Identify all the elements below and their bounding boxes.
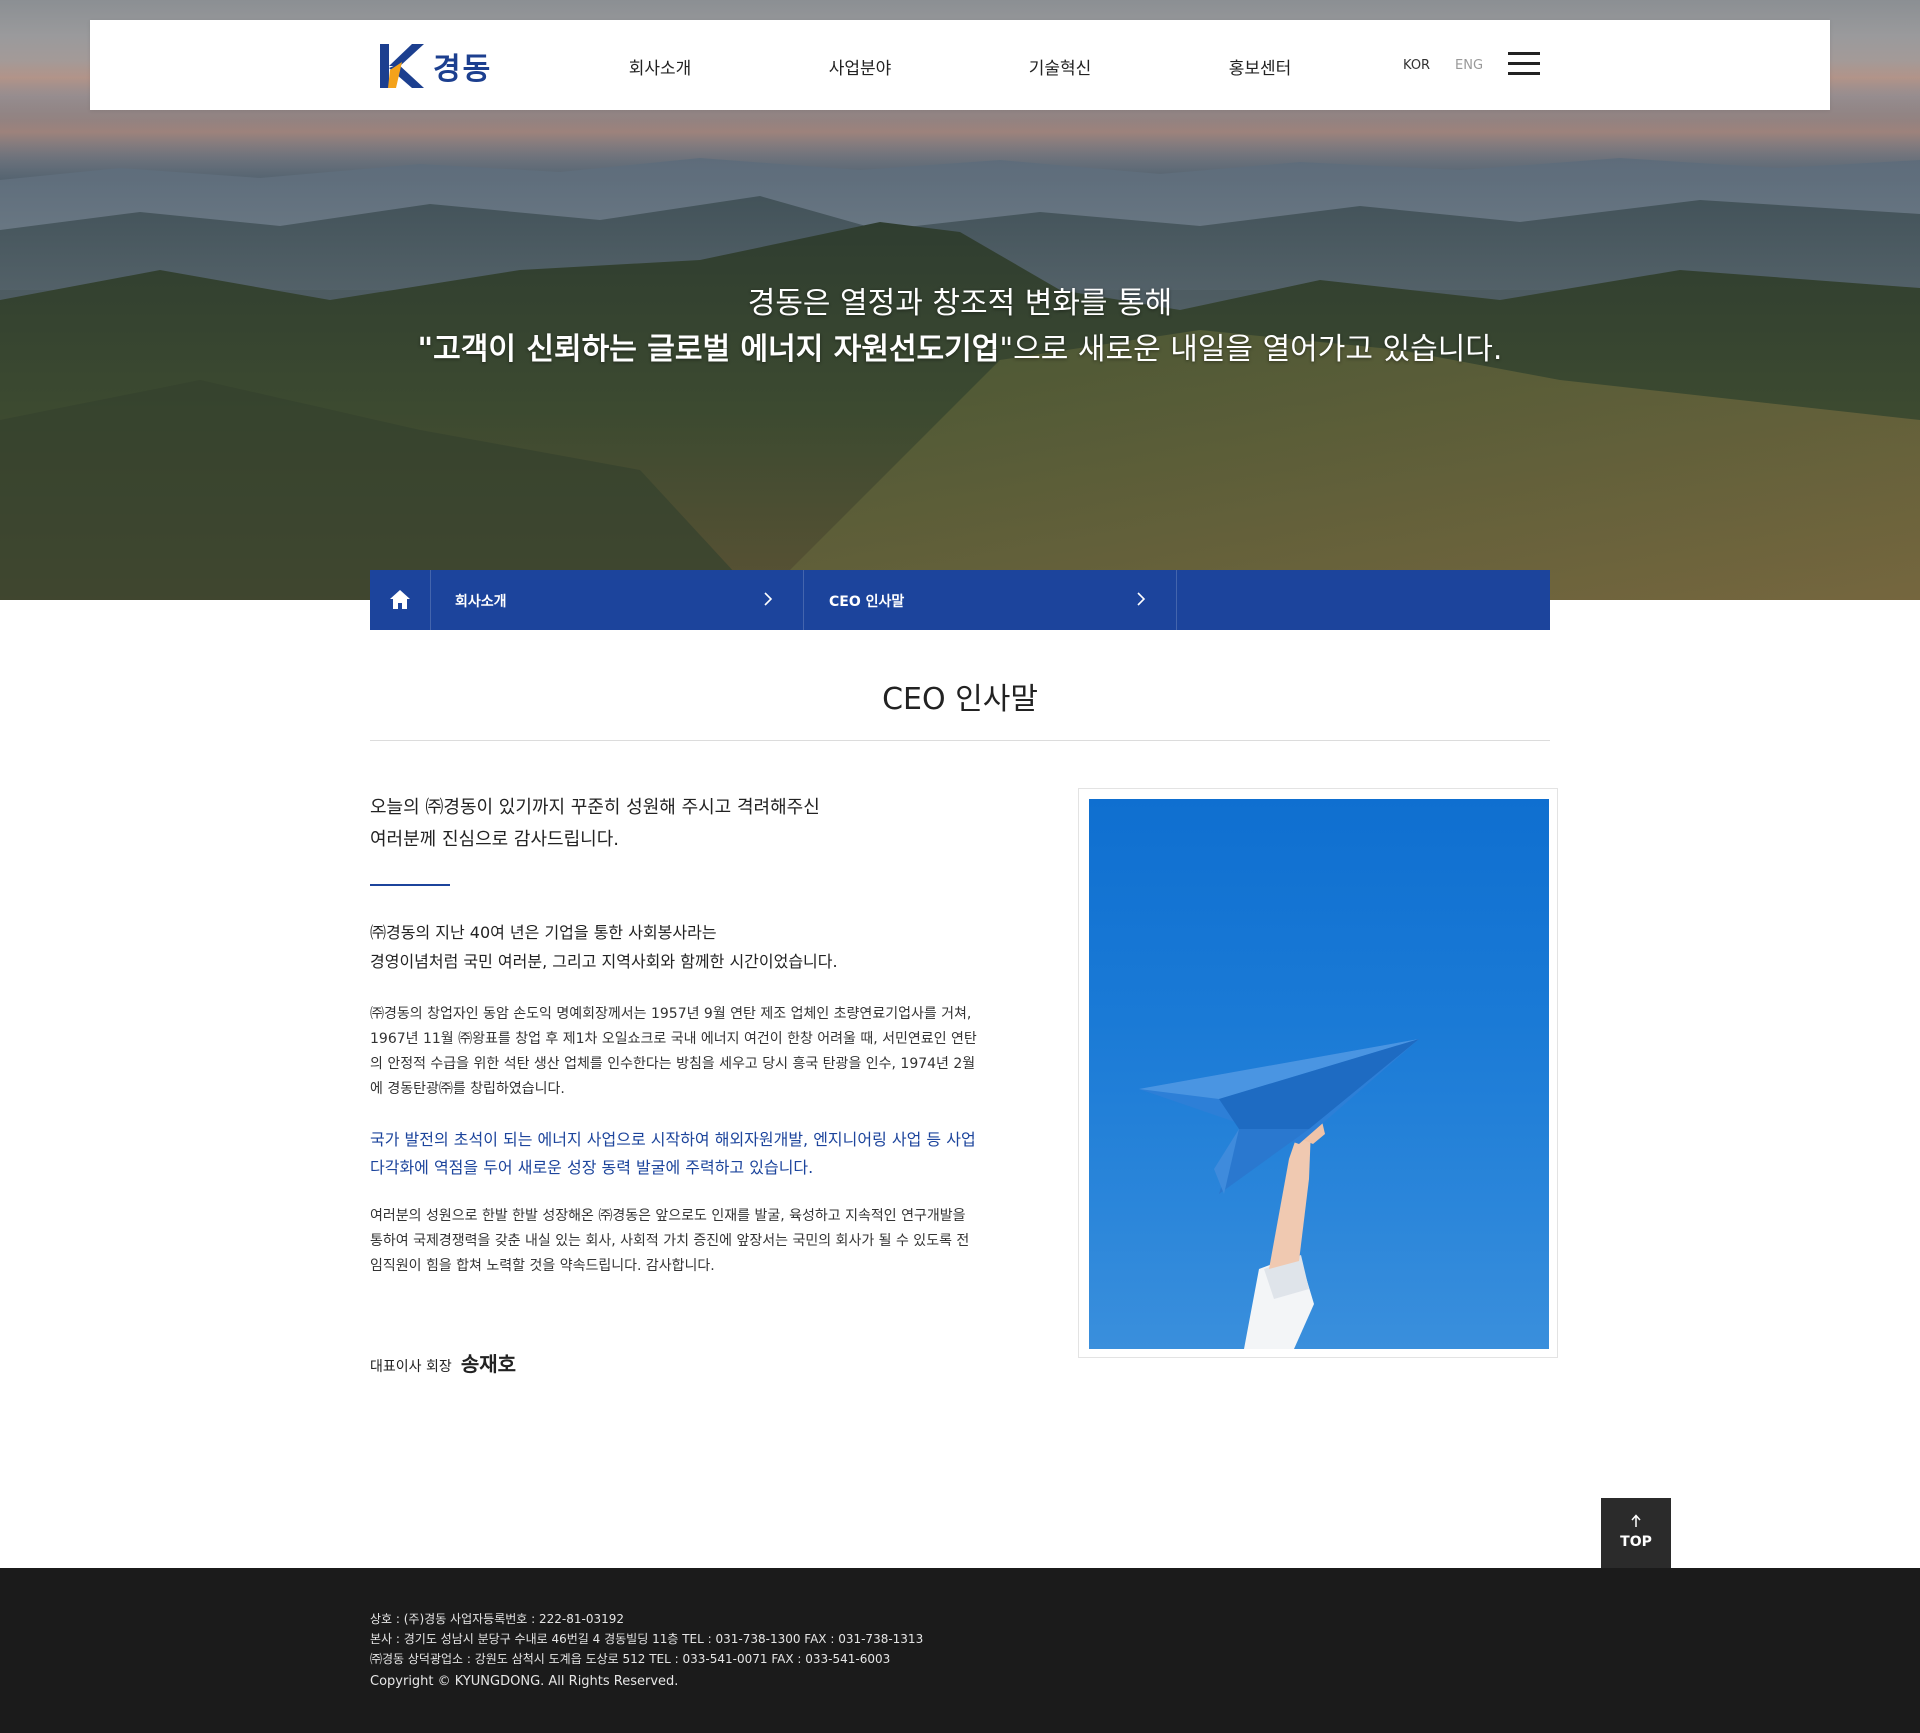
footer-company-info: 상호 : (주)경동 사업자등록번호 : 222-81-03192 xyxy=(370,1612,625,1626)
ceo-photo-frame xyxy=(1078,788,1558,1358)
home-icon xyxy=(390,590,410,609)
hamburger-menu-icon[interactable] xyxy=(1508,52,1540,76)
hero-headline-emphasis: "고객이 신뢰하는 글로벌 에너지 자원선도기업 xyxy=(417,332,1000,367)
title-divider xyxy=(370,740,1550,741)
nav-item-business[interactable]: 사업분야 xyxy=(790,54,930,79)
paragraph-history: ㈜경동의 창업자인 동암 손도익 명예회장께서는 1957년 9월 연탄 제조 … xyxy=(370,1002,1050,1102)
scroll-top-button[interactable]: TOP xyxy=(1601,1498,1671,1568)
nav-item-technology[interactable]: 기술혁신 xyxy=(990,54,1130,79)
breadcrumb-label: CEO 인사말 xyxy=(829,594,905,610)
chevron-right-icon xyxy=(764,592,773,606)
paragraph-line: 경영이념처럼 국민 여러분, 그리고 지역사회와 함께한 시간이었습니다. xyxy=(370,952,838,971)
hero-headline-line1: 경동은 열정과 창조적 변화를 통해 xyxy=(747,286,1173,321)
paragraph-line: 다각화에 역점을 두어 새로운 성장 동력 발굴에 주력하고 있습니다. xyxy=(370,1158,814,1177)
lead-line: 오늘의 ㈜경동이 있기까지 꾸준히 성원해 주시고 격려해주신 xyxy=(370,797,820,818)
paragraph-line: 1967년 11월 ㈜왕표를 창업 후 제1차 오일쇼크로 국내 에너지 여건이… xyxy=(370,1031,977,1047)
lang-eng-link[interactable]: ENG xyxy=(1455,58,1483,73)
paragraph-line: 통하여 국제경쟁력을 갖춘 내실 있는 회사, 사회적 가치 증진에 앞장서는 … xyxy=(370,1233,970,1249)
footer-branch-info: ㈜경동 상덕광업소 : 강원도 삼척시 도계읍 도상로 512 TEL : 03… xyxy=(370,1652,891,1666)
signature-role: 대표이사 회장 xyxy=(370,1359,452,1375)
site-header: 경동 회사소개 사업분야 기술혁신 홍보센터 KOR ENG xyxy=(90,20,1830,110)
lead-text: 오늘의 ㈜경동이 있기까지 꾸준히 성원해 주시고 격려해주신 여러분께 진심으… xyxy=(370,792,990,856)
ceo-signature: 대표이사 회장 송재호 xyxy=(370,1348,516,1377)
chevron-right-icon xyxy=(1137,592,1146,606)
paragraph-line: ㈜경동의 창업자인 동암 손도익 명예회장께서는 1957년 9월 연탄 제조 … xyxy=(370,1006,972,1022)
paragraph-line: 임직원이 힘을 합쳐 노력할 것을 약속드립니다. 감사합니다. xyxy=(370,1258,715,1274)
breadcrumb-home[interactable] xyxy=(370,570,431,630)
paragraph-line: 의 안정적 수급을 위한 석탄 생산 업체를 인수한다는 방침을 세우고 당시 … xyxy=(370,1056,976,1072)
nav-item-company[interactable]: 회사소개 xyxy=(590,54,730,79)
paper-airplane-icon xyxy=(1139,1039,1419,1349)
nav-item-pr-center[interactable]: 홍보센터 xyxy=(1190,54,1330,79)
signature-name: 송재호 xyxy=(460,1352,517,1376)
footer-copyright: Copyright © KYUNGDONG. All Rights Reserv… xyxy=(370,1674,679,1689)
scroll-top-label: TOP xyxy=(1620,1534,1652,1550)
paragraph-line: ㈜경동의 지난 40여 년은 기업을 통한 사회봉사라는 xyxy=(370,923,717,942)
paragraph-line: 에 경동탄광㈜를 창립하였습니다. xyxy=(370,1081,565,1097)
paragraph-intro: ㈜경동의 지난 40여 년은 기업을 통한 사회봉사라는 경영이념처럼 국민 여… xyxy=(370,918,1050,976)
footer-headquarters-info: 본사 : 경기도 성남시 분당구 수내로 46번길 4 경동빌딩 11층 TEL… xyxy=(370,1632,924,1646)
breadcrumb-label: 회사소개 xyxy=(455,594,507,610)
breadcrumb-item-company[interactable]: 회사소개 xyxy=(430,570,804,630)
paragraph-line: 국가 발전의 초석이 되는 에너지 사업으로 시작하여 해외자원개발, 엔지니어… xyxy=(370,1130,976,1149)
arrow-up-icon xyxy=(1631,1514,1641,1527)
breadcrumb-item-ceo-message[interactable]: CEO 인사말 xyxy=(804,570,1177,630)
paragraph-line: 여러분의 성원으로 한발 한발 성장해온 ㈜경동은 앞으로도 인재를 발굴, 육… xyxy=(370,1208,966,1224)
paper-airplane-photo xyxy=(1089,799,1549,1349)
lead-line: 여러분께 진심으로 감사드립니다. xyxy=(370,829,620,850)
hero-headline-rest: "으로 새로운 내일을 열어가고 있습니다. xyxy=(999,332,1503,367)
breadcrumb: 회사소개 CEO 인사말 xyxy=(370,570,1550,630)
paragraph-highlight: 국가 발전의 초석이 되는 에너지 사업으로 시작하여 해외자원개발, 엔지니어… xyxy=(370,1126,1050,1182)
paragraph-closing: 여러분의 성원으로 한발 한발 성장해온 ㈜경동은 앞으로도 인재를 발굴, 육… xyxy=(370,1204,1050,1279)
accent-divider xyxy=(370,884,450,886)
lang-kor-link[interactable]: KOR xyxy=(1403,58,1430,73)
hero-headline-line2: "고객이 신뢰하는 글로벌 에너지 자원선도기업"으로 새로운 내일을 열어가고… xyxy=(0,324,1920,368)
site-footer: 상호 : (주)경동 사업자등록번호 : 222-81-03192 본사 : 경… xyxy=(0,1568,1920,1733)
page-title: CEO 인사말 xyxy=(882,682,1038,717)
logo-text[interactable]: 경동 xyxy=(433,44,492,88)
